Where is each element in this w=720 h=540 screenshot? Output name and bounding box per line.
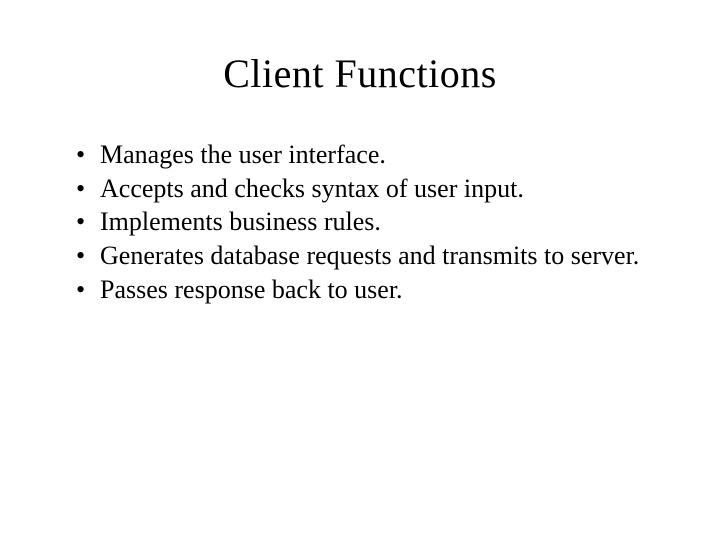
list-item: • Accepts and checks syntax of user inpu… (72, 173, 660, 205)
slide-title: Client Functions (60, 50, 660, 97)
list-item: • Passes response back to user. (72, 274, 660, 306)
bullet-icon: • (72, 206, 100, 238)
bullet-list: • Manages the user interface. • Accepts … (60, 139, 660, 306)
bullet-icon: • (72, 139, 100, 171)
bullet-icon: • (72, 274, 100, 306)
list-item: • Generates database requests and transm… (72, 240, 660, 272)
slide-container: Client Functions • Manages the user inte… (0, 0, 720, 540)
bullet-text: Generates database requests and transmit… (100, 240, 660, 272)
bullet-text: Passes response back to user. (100, 274, 660, 306)
bullet-icon: • (72, 240, 100, 272)
bullet-text: Implements business rules. (100, 206, 660, 238)
bullet-text: Accepts and checks syntax of user input. (100, 173, 660, 205)
bullet-text: Manages the user interface. (100, 139, 660, 171)
bullet-icon: • (72, 173, 100, 205)
list-item: • Manages the user interface. (72, 139, 660, 171)
list-item: • Implements business rules. (72, 206, 660, 238)
